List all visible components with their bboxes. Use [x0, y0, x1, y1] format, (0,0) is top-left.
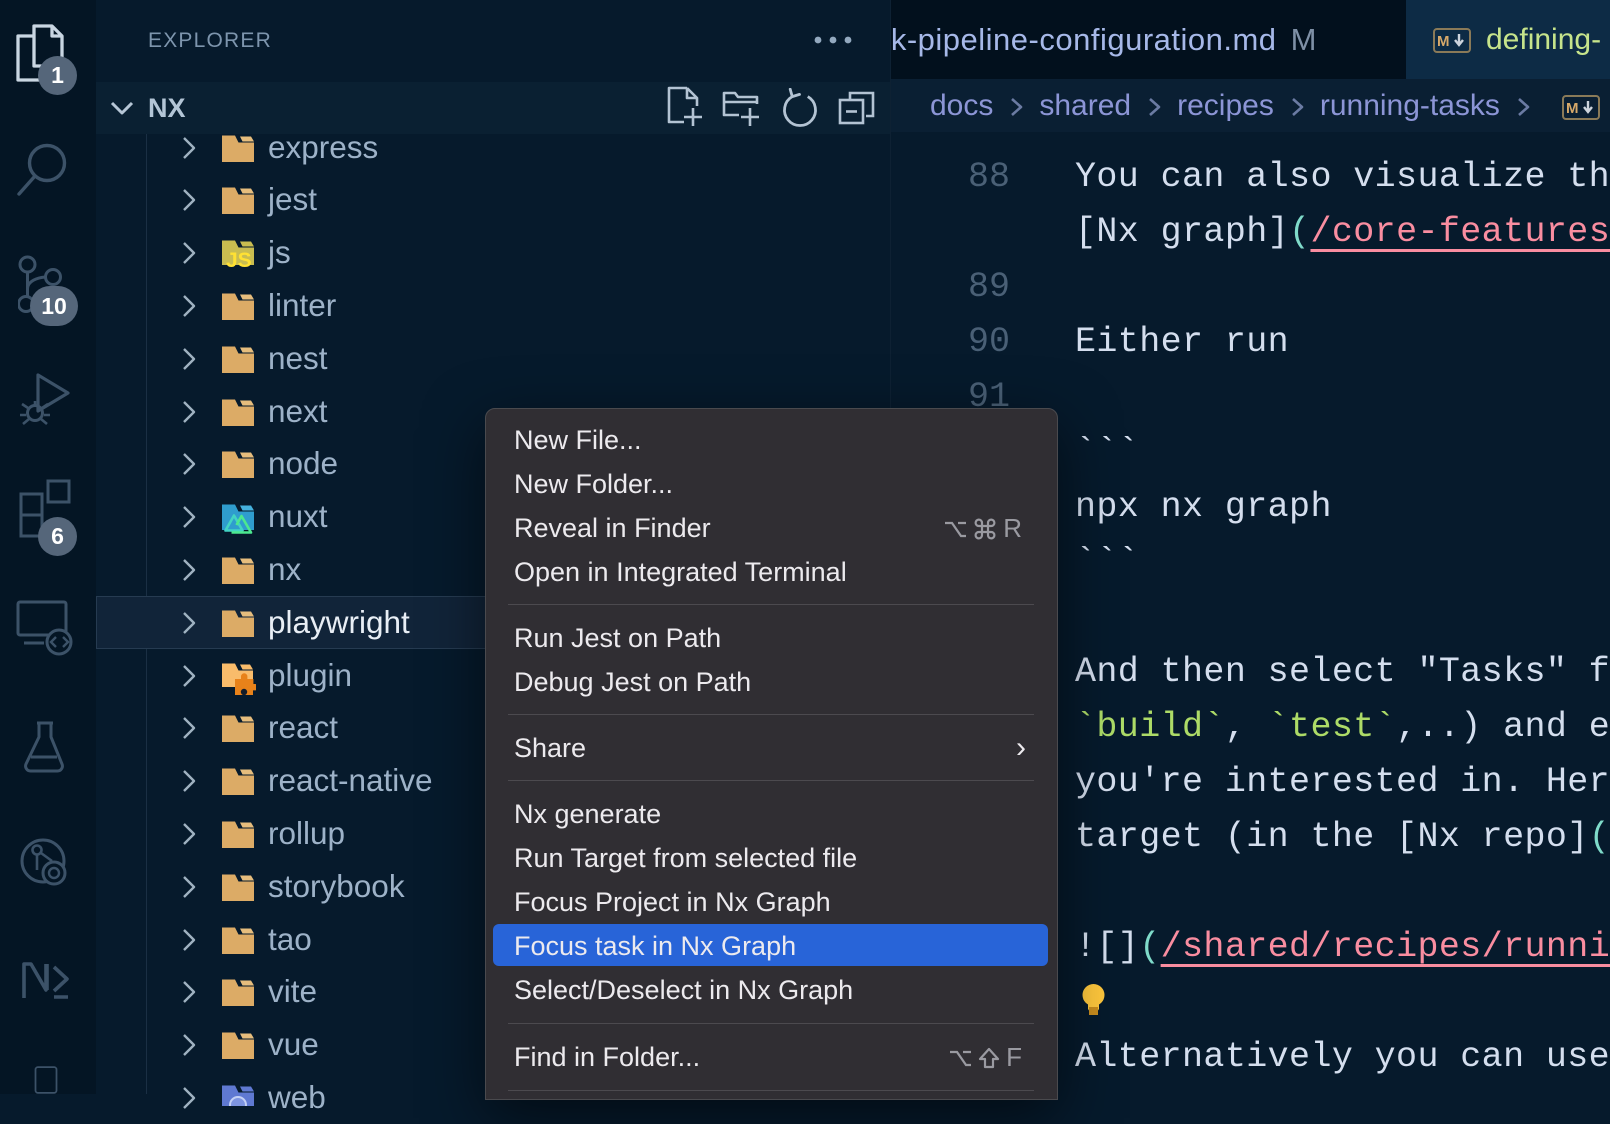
svg-text:JS: JS — [226, 249, 252, 272]
svg-text:M: M — [1437, 33, 1450, 50]
svg-text:M: M — [1566, 100, 1579, 117]
